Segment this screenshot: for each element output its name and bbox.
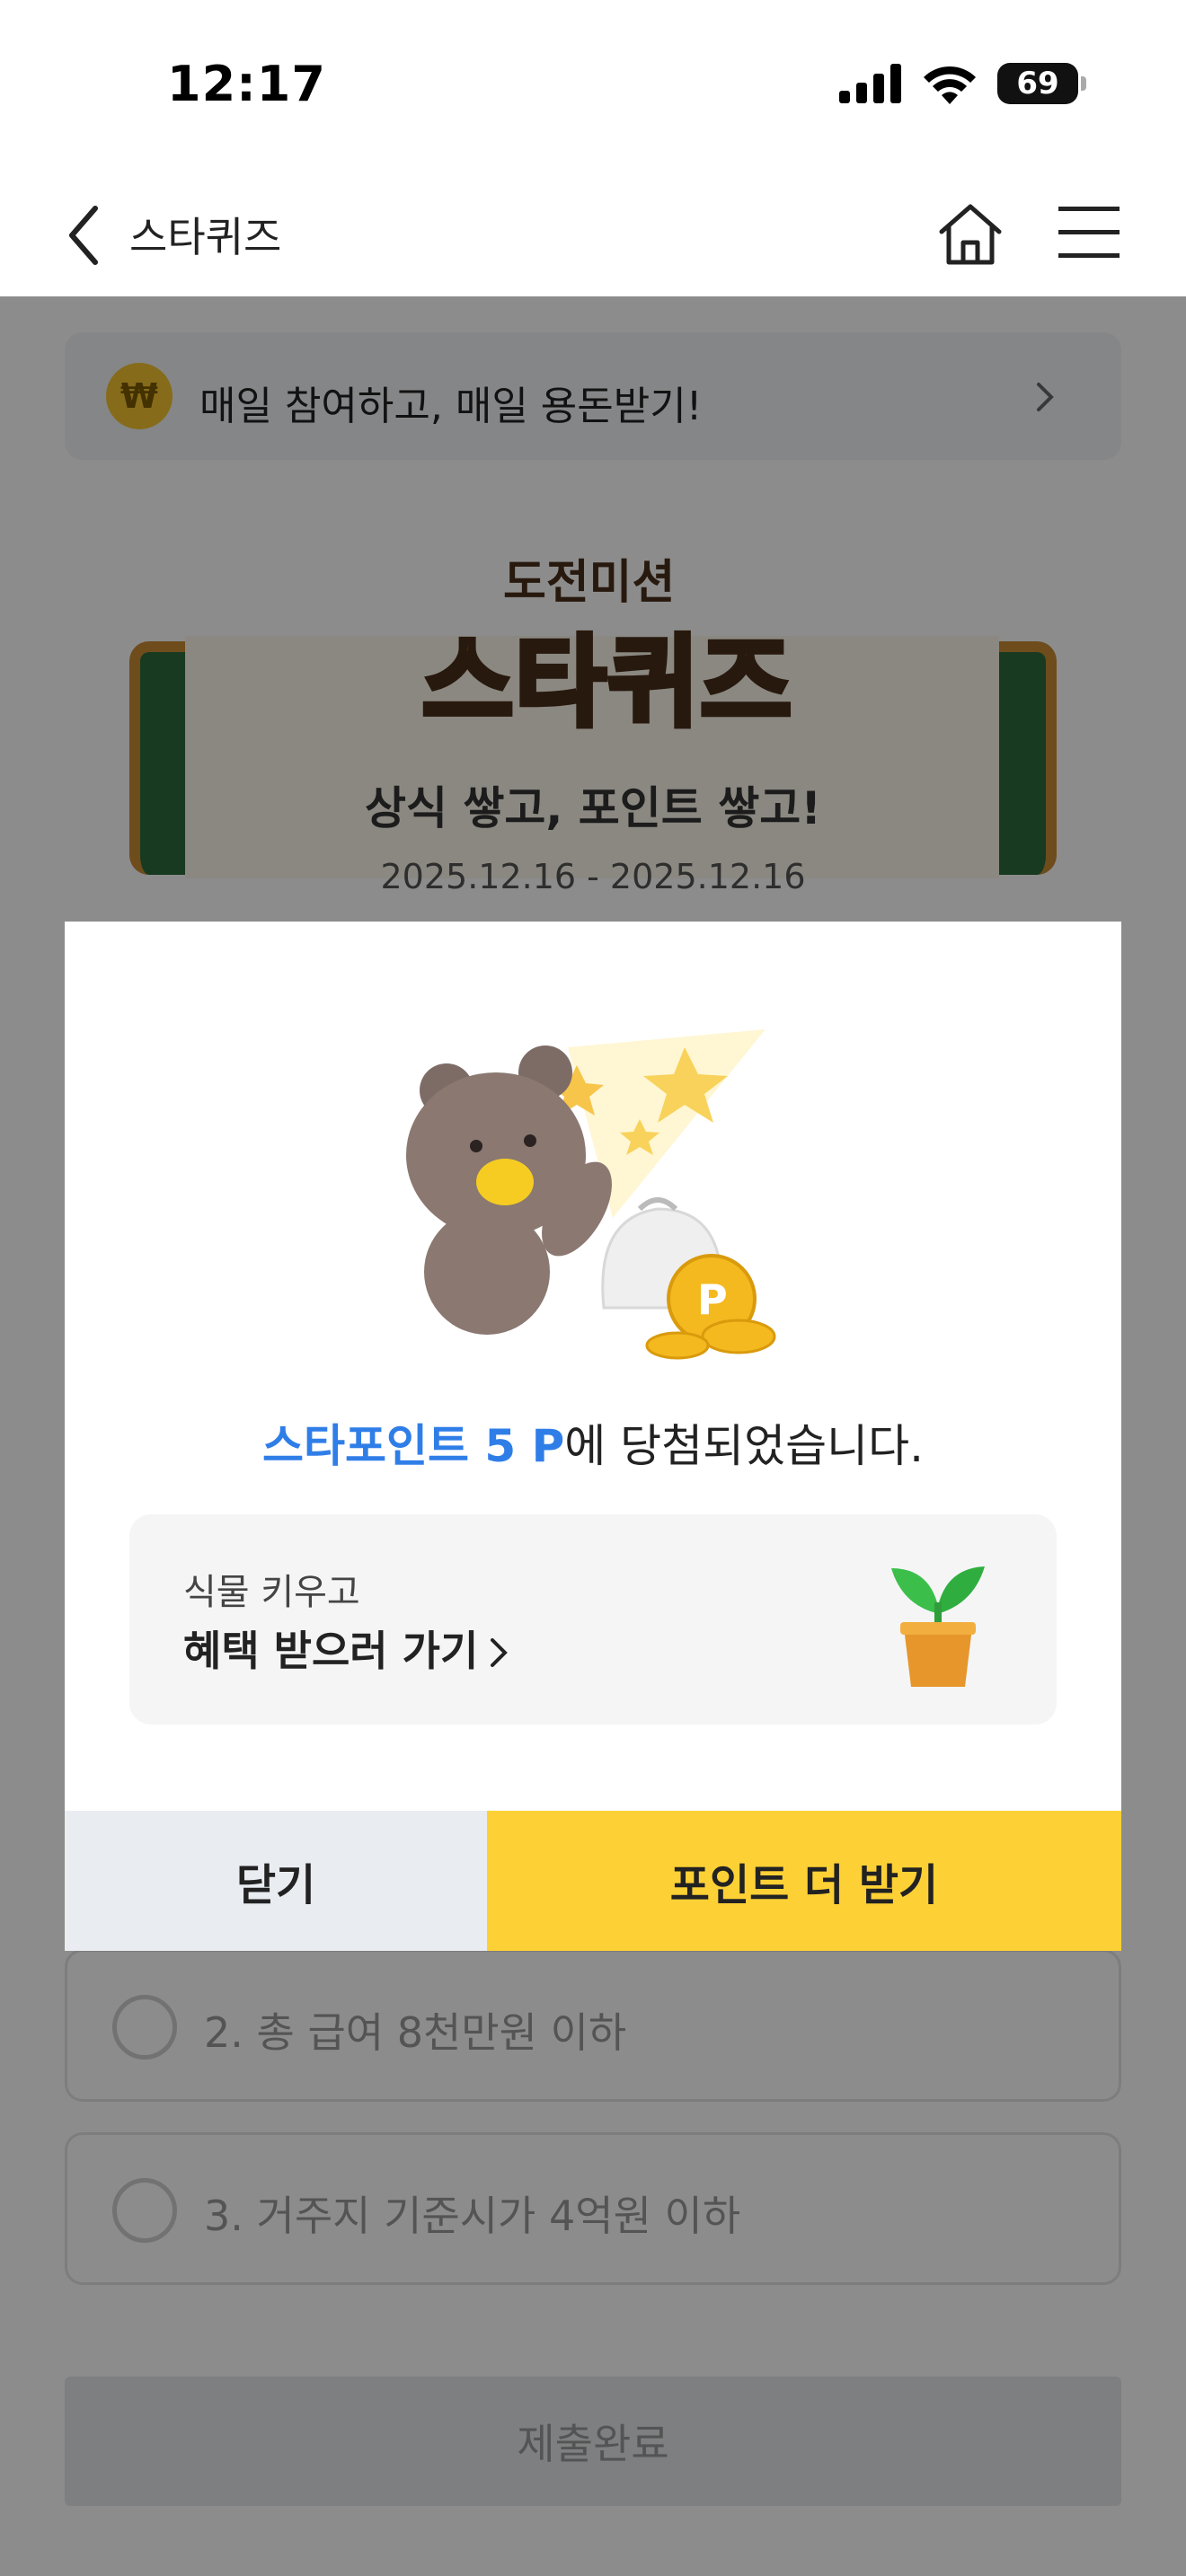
close-button[interactable]: 닫기 xyxy=(65,1811,487,1951)
benefit-link[interactable]: 혜택 받으러 가기 xyxy=(183,1619,510,1678)
result-suffix: 에 당첨되었습니다. xyxy=(564,1420,925,1472)
home-icon[interactable] xyxy=(934,198,1006,269)
benefit-link-label: 혜택 받으러 가기 xyxy=(183,1627,479,1675)
status-time: 12:17 xyxy=(167,56,326,112)
battery-icon: 69 xyxy=(997,63,1086,104)
reward-modal: P 스타포인트 5 P에 당첨되었습니다. 식물 키우고 혜택 받으러 가기 닫… xyxy=(65,922,1121,1951)
svg-text:P: P xyxy=(697,1275,728,1324)
more-points-button[interactable]: 포인트 더 받기 xyxy=(487,1811,1121,1951)
sprout-icon xyxy=(891,1566,985,1687)
bear-reward-illustration: P xyxy=(406,1029,776,1360)
menu-icon[interactable] xyxy=(1057,203,1121,260)
app-header: 스타퀴즈 xyxy=(0,171,1186,296)
result-message: 스타포인트 5 P에 당첨되었습니다. xyxy=(65,1410,1121,1475)
page-title: 스타퀴즈 xyxy=(129,213,282,261)
reward-amount: 스타포인트 5 P xyxy=(261,1420,565,1472)
chevron-right-icon xyxy=(491,1638,509,1667)
status-icons: 69 xyxy=(839,63,1086,104)
signal-icon xyxy=(839,64,901,103)
modal-actions: 닫기 포인트 더 받기 xyxy=(65,1811,1121,1951)
back-icon[interactable] xyxy=(59,199,113,271)
benefit-subtitle: 식물 키우고 xyxy=(183,1572,360,1613)
plant-benefit-card[interactable]: 식물 키우고 혜택 받으러 가기 xyxy=(129,1514,1057,1725)
wifi-icon xyxy=(924,66,976,104)
status-bar: 12:17 69 xyxy=(0,0,1186,171)
